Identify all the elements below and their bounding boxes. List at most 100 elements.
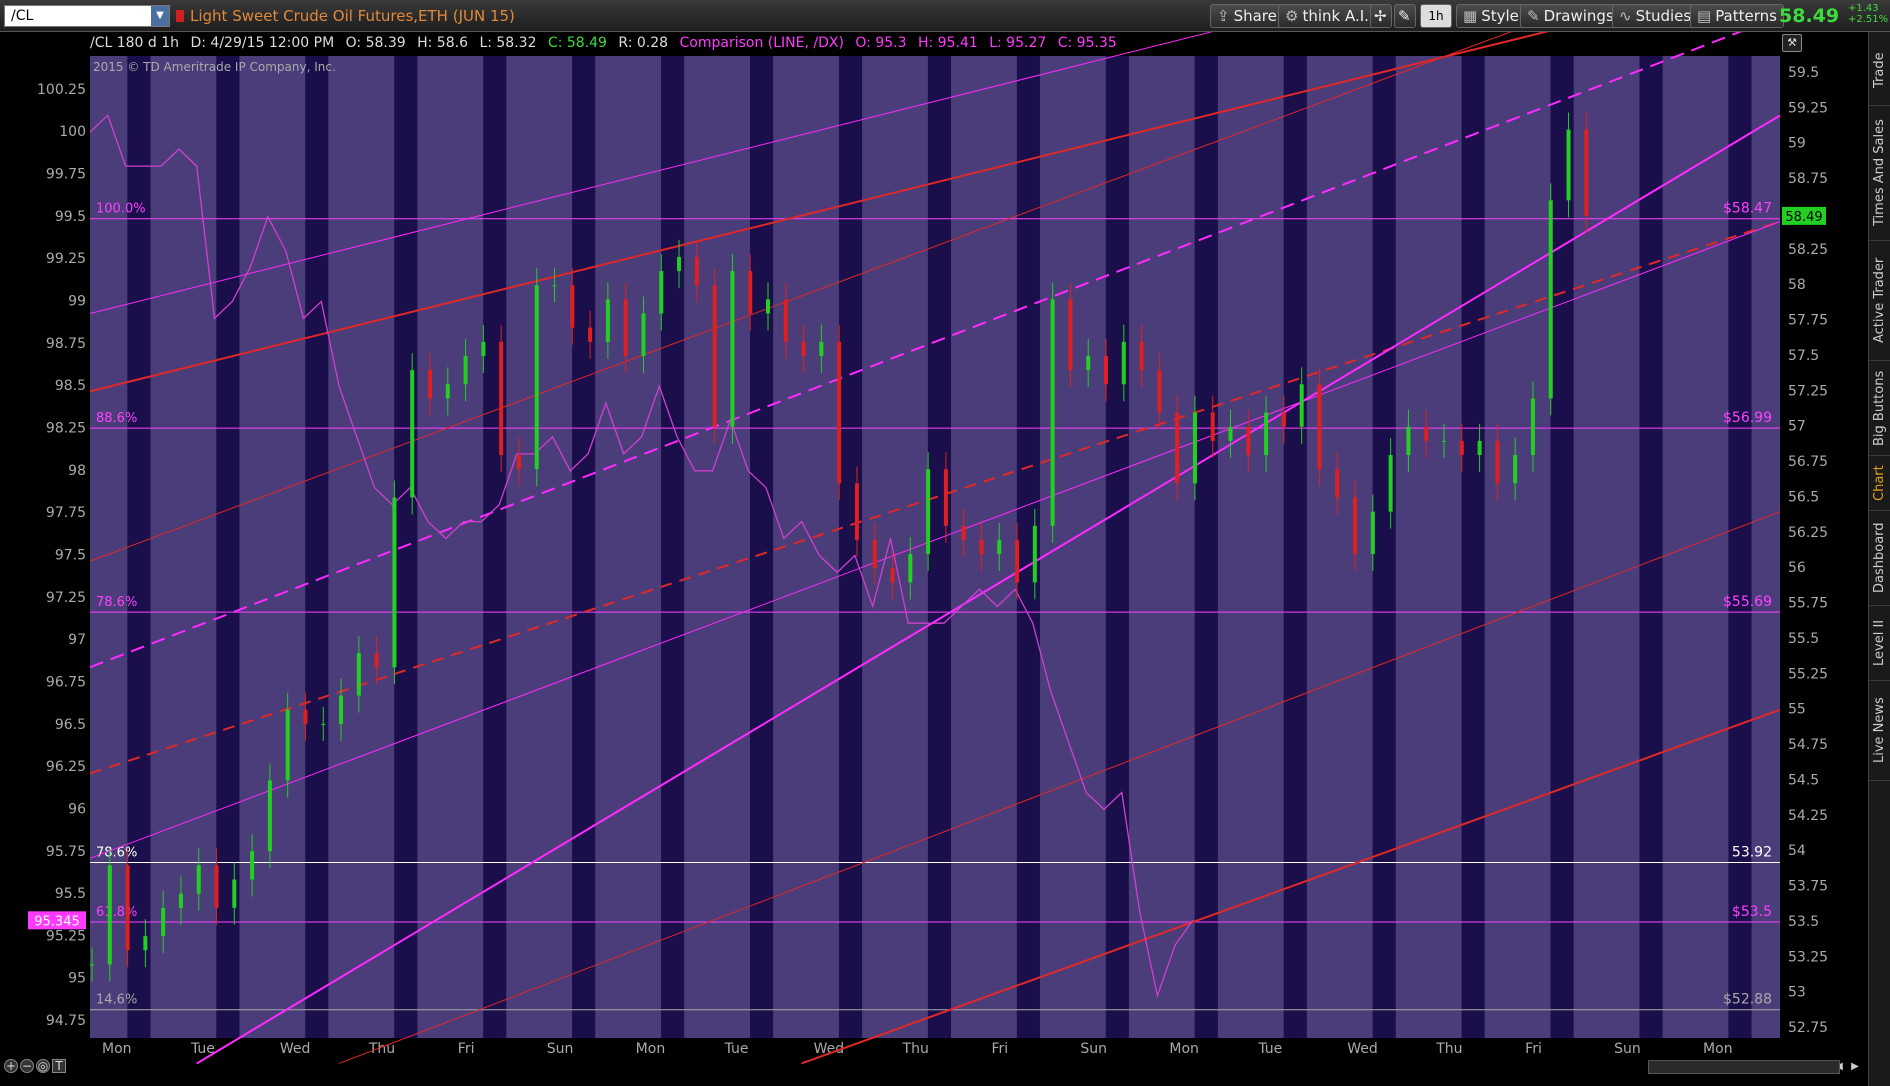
share-button[interactable]: ⇪ Share [1210, 4, 1284, 28]
symbol-input[interactable]: /CL ▼ [4, 5, 170, 27]
right-axis-tick: 54.25 [1788, 808, 1828, 824]
left-axis-tick: 100.25 [37, 82, 86, 98]
candle-body [303, 709, 308, 724]
x-axis-label: Fri [991, 1041, 1008, 1057]
fib-level-percent: 88.6% [96, 411, 137, 426]
zoom-reset-icon[interactable]: ◎ [36, 1059, 50, 1073]
side-tab-chart[interactable]: Chart [1869, 456, 1890, 511]
crosshair-icon: ✢ [1374, 7, 1387, 25]
x-axis-label: Fri [1525, 1041, 1542, 1057]
tools-button[interactable]: ✎ [1394, 4, 1416, 28]
candle-body [1068, 299, 1073, 371]
right-axis-tick: 59.25 [1788, 100, 1828, 116]
side-tab-level-ii[interactable]: Level II [1869, 606, 1890, 681]
x-axis-label: Sun [1614, 1041, 1641, 1057]
candle-body [1015, 539, 1020, 583]
symbol-text: /CL [11, 8, 34, 24]
patterns-button[interactable]: ▤ Patterns [1690, 4, 1784, 28]
left-axis-tick: 96.5 [55, 717, 86, 733]
session-band [305, 56, 329, 1038]
right-axis-tick: 53 [1788, 985, 1806, 1001]
candle-body [1584, 129, 1589, 216]
right-axis-tick: 54 [1788, 843, 1806, 859]
candle-body [1317, 384, 1322, 470]
wrench-icon: ✎ [1398, 7, 1411, 25]
right-axis-tick: 57.25 [1788, 383, 1828, 399]
chevron-down-icon[interactable]: ▼ [151, 6, 169, 26]
right-axis-tick: 55.75 [1788, 596, 1828, 612]
candle-body [1424, 426, 1429, 441]
copyright-text: 2015 © TD Ameritrade IP Company, Inc. [93, 60, 336, 74]
candle-body [570, 285, 575, 328]
right-axis-tick: 53.5 [1788, 914, 1819, 930]
right-axis-tick: 57.5 [1788, 348, 1819, 364]
side-tab-live-news[interactable]: Live News [1869, 681, 1890, 781]
candle-body [1139, 341, 1144, 371]
left-axis-tick: 99.75 [46, 167, 86, 183]
session-band [394, 56, 418, 1038]
candle-body [1032, 525, 1037, 583]
bar-open: O: 58.39 [345, 35, 406, 51]
left-axis-tick: 98 [68, 463, 86, 479]
candle-body [321, 723, 326, 725]
session-band [572, 56, 596, 1038]
right-axis-tick: 53.75 [1788, 879, 1828, 895]
candle-body [1548, 200, 1553, 399]
studies-button[interactable]: ∿ Studies [1612, 4, 1699, 28]
text-tool-icon[interactable]: T [52, 1059, 66, 1073]
candle-body [961, 525, 966, 540]
left-axis-tick: 97.5 [55, 547, 86, 563]
series-id: /CL 180 d 1h [90, 35, 180, 51]
left-axis-tick: 96 [68, 801, 86, 817]
zoom-out-icon[interactable]: − [20, 1059, 34, 1073]
zoom-in-icon[interactable]: + [4, 1059, 18, 1073]
candle-body [605, 299, 610, 342]
change-abs: +1.43 [1848, 3, 1879, 14]
chart-scrollbar[interactable] [1648, 1060, 1840, 1074]
session-band [1461, 56, 1485, 1038]
left-axis-tick: 95 [68, 971, 86, 987]
candle-body [641, 313, 646, 356]
candle-body [730, 271, 735, 427]
session-band [1283, 56, 1307, 1038]
fib-level-price: 53.92 [1732, 845, 1772, 861]
bar-high: H: 58.6 [417, 35, 468, 51]
bar-low: L: 58.32 [479, 35, 537, 51]
session-band [1105, 56, 1129, 1038]
right-axis-tick: 55.5 [1788, 631, 1819, 647]
left-axis-tick: 98.5 [55, 378, 86, 394]
candle-body [125, 865, 130, 951]
timeframe-button[interactable]: 1h [1420, 4, 1452, 28]
left-axis-tick: 97.25 [46, 590, 86, 606]
cmp-high: H: 95.41 [917, 35, 978, 51]
candle-body [250, 851, 255, 880]
candle-body [267, 780, 272, 852]
scroll-right-icon[interactable]: ▶ [1848, 1060, 1862, 1074]
comparison-label: Comparison (LINE, /DX) [679, 35, 844, 51]
candle-body [1104, 355, 1108, 385]
candle-body [1299, 384, 1304, 427]
candle-body [410, 370, 415, 498]
drawings-button[interactable]: ✎ Drawings [1520, 4, 1621, 28]
think-ai-button[interactable]: ⚙ think A.I. [1278, 4, 1376, 28]
left-axis-tick: 99 [68, 294, 86, 310]
candle-body [161, 907, 166, 937]
candle-body [232, 879, 237, 908]
price-chart[interactable]: 59.559.255958.7558.558.255857.7557.557.2… [0, 32, 1868, 1086]
right-axis-tick: 58.75 [1788, 171, 1828, 187]
side-tab-big-buttons[interactable]: Big Buttons [1869, 361, 1890, 456]
chart-settings-button[interactable]: ⚒ [1782, 34, 1802, 52]
chart-area[interactable]: 59.559.255958.7558.558.255857.7557.557.2… [0, 32, 1868, 1086]
right-axis-tick: 57.75 [1788, 313, 1828, 329]
candle-body [481, 341, 486, 356]
x-axis-label: Fri [458, 1041, 475, 1057]
x-axis-label: Mon [102, 1041, 132, 1057]
side-tab-times-and-sales[interactable]: Times And Sales [1869, 106, 1890, 241]
style-button[interactable]: ▦ Style [1456, 4, 1526, 28]
candle-body [1264, 412, 1269, 456]
side-tab-dashboard[interactable]: Dashboard [1869, 511, 1890, 606]
side-tab-trade[interactable]: Trade [1869, 36, 1890, 106]
crosshair-button[interactable]: ✢ [1370, 4, 1392, 28]
candle-body [908, 554, 913, 583]
side-tab-active-trader[interactable]: Active Trader [1869, 241, 1890, 361]
